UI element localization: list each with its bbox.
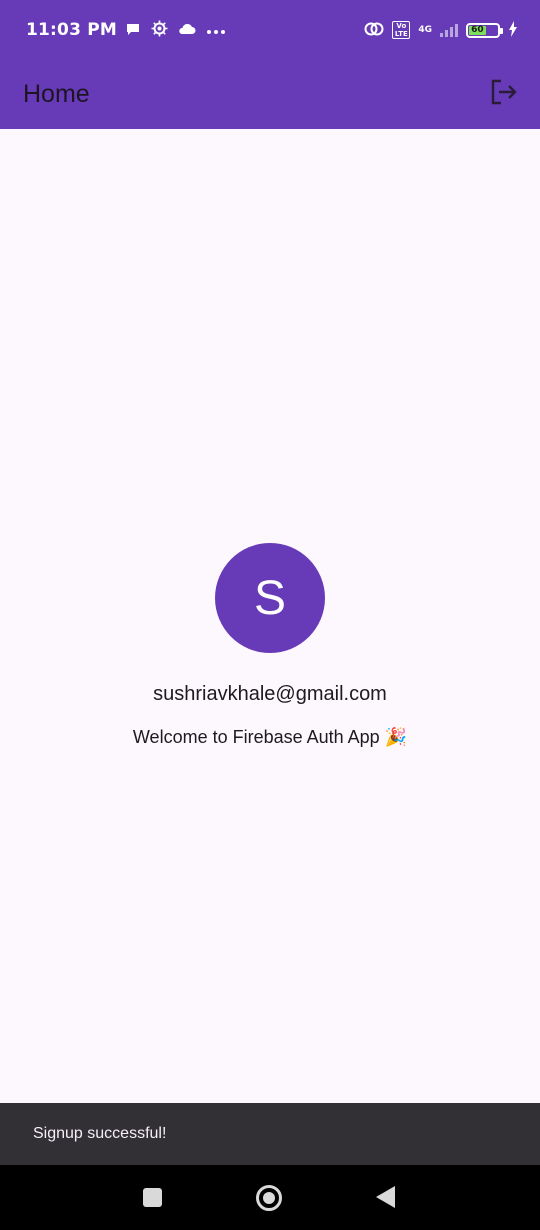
welcome-message: Welcome to Firebase Auth App 🎉 xyxy=(132,727,408,747)
chat-bubble-icon xyxy=(125,21,141,40)
status-left-icons xyxy=(125,20,226,40)
app-bar: Home xyxy=(0,60,540,129)
back-button[interactable] xyxy=(376,1186,395,1208)
more-dots-icon xyxy=(206,22,226,38)
snackbar-message: Signup successful! xyxy=(33,1125,167,1142)
network-type-label: 4G xyxy=(418,25,432,35)
status-bar: 11:03 PM Vo LTE 4G 60 xyxy=(0,0,540,60)
cloud-icon xyxy=(178,22,196,39)
settings-cog-icon xyxy=(151,20,168,40)
page-title: Home xyxy=(23,80,90,108)
status-right-icons: Vo LTE 4G 60 xyxy=(364,20,518,40)
home-icon xyxy=(263,1192,275,1204)
battery-level: 60 xyxy=(469,25,486,35)
home-button[interactable] xyxy=(256,1185,282,1211)
hotspot-icon xyxy=(364,21,384,40)
system-nav-bar xyxy=(0,1165,540,1230)
charging-icon xyxy=(508,20,518,40)
recents-button[interactable] xyxy=(143,1188,162,1207)
status-time: 11:03 PM xyxy=(26,20,118,40)
avatar-initial: S xyxy=(253,571,286,625)
snackbar: Signup successful! xyxy=(0,1103,540,1165)
signal-icon xyxy=(440,23,458,37)
main-content: S sushriavkhale@gmail.com Welcome to Fir… xyxy=(0,129,540,1103)
avatar: S xyxy=(215,543,325,653)
battery-icon: 60 xyxy=(466,22,503,38)
logout-icon xyxy=(490,79,518,110)
volte-icon: Vo LTE xyxy=(392,21,411,39)
logout-button[interactable] xyxy=(488,79,520,111)
user-email: sushriavkhale@gmail.com xyxy=(153,683,387,705)
